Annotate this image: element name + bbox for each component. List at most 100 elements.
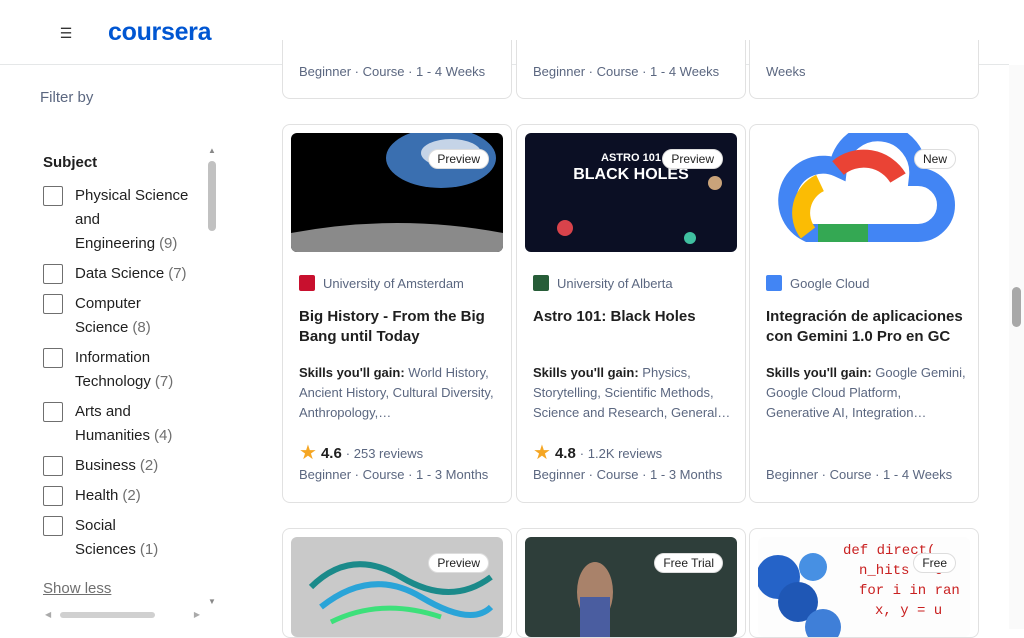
scrollbar-thumb[interactable]	[1012, 287, 1021, 327]
show-less-link[interactable]: Show less	[43, 580, 111, 597]
scrollbar-thumb[interactable]	[208, 161, 216, 231]
rating-score: 4.8	[554, 444, 576, 462]
course-thumbnail: ASTRO 101 BLACK HOLES Preview	[525, 133, 737, 252]
partner-name: University of Amsterdam	[323, 275, 464, 291]
course-thumbnail: Preview	[291, 133, 503, 252]
partner-info: University of Amsterdam	[299, 275, 464, 291]
subject-heading: Subject	[43, 154, 98, 171]
course-title[interactable]: Big History - From the Big Bang until To…	[299, 307, 499, 347]
filter-count: (2)	[122, 487, 141, 504]
course-meta: Beginner · Course · 1 - 3 Months	[533, 467, 723, 482]
course-thumbnail: def direct( n_hits = 0 for i in ran x, y…	[758, 537, 970, 637]
filter-social-sciences[interactable]: Social Sciences (1)	[43, 514, 203, 562]
subject-filter-list: Physical Science and Engineering (9) Data…	[43, 184, 203, 568]
main-scrollbar[interactable]	[1009, 65, 1024, 629]
google-cloud-logo-icon	[766, 275, 782, 291]
review-count: 253 reviews	[353, 445, 424, 461]
filter-label: Health	[75, 487, 119, 504]
course-rating: ★ 4.6 · 253 reviews	[299, 442, 424, 464]
university-logo-icon	[533, 275, 549, 291]
scroll-right-icon[interactable]: ▶	[194, 610, 200, 619]
course-meta: Weeks	[766, 64, 806, 79]
course-title[interactable]: Integración de aplicaciones con Gemini 1…	[766, 307, 966, 347]
filter-label: Data Science	[75, 265, 165, 282]
course-card-gemini[interactable]: New Google Cloud Integración de aplicaci…	[749, 124, 979, 503]
scroll-down-icon[interactable]: ▼	[208, 597, 216, 606]
filter-label: Social Sciences	[75, 517, 136, 558]
course-skills: Skills you'll gain: Google Gemini, Googl…	[766, 363, 966, 423]
course-card-big-history[interactable]: Preview University of Amsterdam Big Hist…	[282, 124, 512, 503]
course-rating: ★ 4.8 · 1.2K reviews	[533, 442, 663, 464]
filter-health[interactable]: Health (2)	[43, 484, 203, 508]
star-icon: ★	[299, 442, 317, 464]
filter-checkbox[interactable]	[43, 516, 63, 536]
filter-label: Computer Science	[75, 295, 141, 336]
filter-computer-science[interactable]: Computer Science (8)	[43, 292, 203, 340]
code-line: for i in ran	[859, 583, 960, 599]
new-badge: New	[913, 149, 956, 169]
filter-information-technology[interactable]: Information Technology (7)	[43, 346, 203, 394]
filter-count: (8)	[132, 319, 151, 336]
course-card[interactable]: Free Trial	[516, 528, 746, 638]
sidebar-horizontal-scrollbar[interactable]: ◀ ▶	[45, 610, 200, 620]
filter-arts-humanities[interactable]: Arts and Humanities (4)	[43, 400, 203, 448]
skills-label: Skills you'll gain:	[299, 365, 405, 380]
filter-count: (9)	[159, 235, 178, 252]
scrollbar-thumb[interactable]	[60, 612, 155, 618]
course-meta: Beginner · Course · 1 - 3 Months	[299, 467, 489, 482]
filter-checkbox[interactable]	[43, 486, 63, 506]
filter-checkbox[interactable]	[43, 186, 63, 206]
course-thumbnail: Free Trial	[525, 537, 737, 637]
partner-name: Google Cloud	[790, 275, 870, 291]
partner-info: Google Cloud	[766, 275, 870, 291]
scroll-left-icon[interactable]: ◀	[45, 610, 51, 619]
filter-business[interactable]: Business (2)	[43, 454, 203, 478]
filter-count: (7)	[154, 373, 174, 390]
course-meta: Beginner · Course · 1 - 4 Weeks	[533, 64, 720, 79]
filter-count: (1)	[139, 541, 159, 558]
course-skills: Skills you'll gain: Physics, Storytellin…	[533, 363, 733, 423]
filter-checkbox[interactable]	[43, 348, 63, 368]
free-trial-badge: Free Trial	[654, 553, 723, 573]
scroll-up-icon[interactable]: ▲	[207, 146, 217, 155]
filter-physical-science[interactable]: Physical Science and Engineering (9)	[43, 184, 203, 256]
course-card-astro-101[interactable]: ASTRO 101 BLACK HOLES Preview University…	[516, 124, 746, 503]
course-card[interactable]: Preview	[282, 528, 512, 638]
partner-name: University of Alberta	[557, 275, 673, 291]
preview-badge: Preview	[662, 149, 723, 169]
preview-badge: Preview	[428, 553, 489, 573]
rating-score: 4.6	[320, 444, 342, 462]
sidebar-scrollbar[interactable]: ▲ ▼	[207, 146, 217, 606]
filter-by-heading: Filter by	[40, 89, 94, 106]
hamburger-menu-icon[interactable]: ☰	[55, 25, 77, 43]
free-badge: Free	[913, 553, 956, 573]
star-icon: ★	[533, 442, 551, 464]
review-count: 1.2K reviews	[587, 445, 663, 461]
course-meta: Beginner · Course · 1 - 4 Weeks	[766, 467, 953, 482]
course-title[interactable]: Astro 101: Black Holes	[533, 307, 733, 327]
filter-checkbox[interactable]	[43, 456, 63, 476]
filter-checkbox[interactable]	[43, 402, 63, 422]
svg-text:ASTRO 101: ASTRO 101	[601, 152, 661, 164]
filter-count: (7)	[168, 265, 187, 282]
code-line: x, y = u	[875, 603, 943, 619]
filter-sidebar: Filter by Subject Physical Science and E…	[0, 66, 230, 629]
course-meta: Beginner · Course · 1 - 4 Weeks	[299, 64, 486, 79]
filter-data-science[interactable]: Data Science (7)	[43, 262, 203, 286]
filter-checkbox[interactable]	[43, 294, 63, 314]
course-card[interactable]: Weeks	[749, 40, 979, 99]
filter-label: Arts and Humanities	[75, 403, 151, 444]
course-card[interactable]: def direct( n_hits = 0 for i in ran x, y…	[749, 528, 979, 638]
course-thumbnail: New	[758, 133, 970, 252]
coursera-logo[interactable]: coursera	[108, 18, 212, 47]
filter-count: (2)	[139, 457, 159, 474]
filter-label: Information Technology	[75, 349, 151, 390]
course-skills: Skills you'll gain: World History, Ancie…	[299, 363, 499, 423]
course-card[interactable]: Beginner · Course · 1 - 4 Weeks	[282, 40, 512, 99]
course-thumbnail: Preview	[291, 537, 503, 637]
filter-label: Business	[75, 457, 136, 474]
university-logo-icon	[299, 275, 315, 291]
skills-label: Skills you'll gain:	[766, 365, 872, 380]
filter-checkbox[interactable]	[43, 264, 63, 284]
course-card[interactable]: Beginner · Course · 1 - 4 Weeks	[516, 40, 746, 99]
